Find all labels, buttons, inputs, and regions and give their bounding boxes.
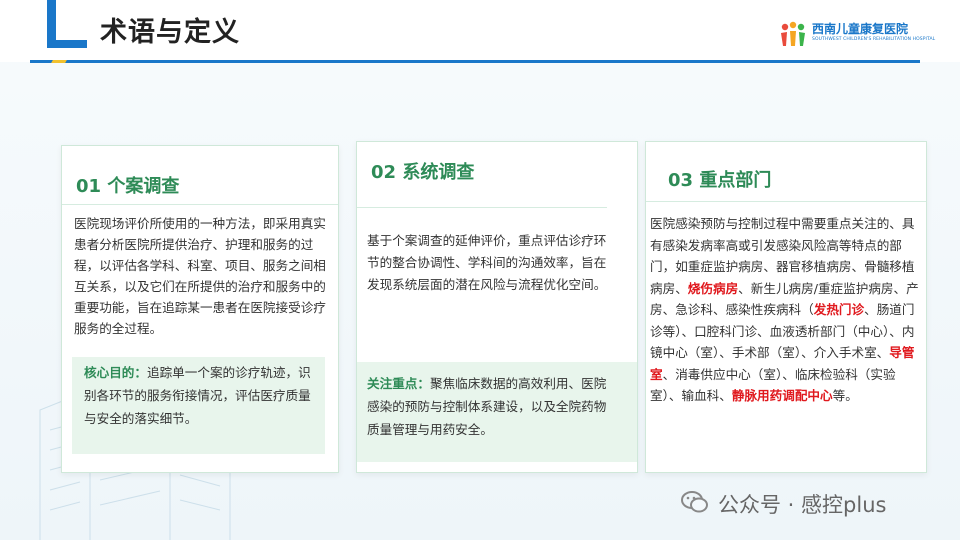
card-divider: [62, 204, 338, 205]
card-note: 核心目的：追踪单一个案的诊疗轨迹，识别各环节的服务衔接情况，评估医疗质量与安全的…: [72, 357, 325, 454]
hospital-logo: 西南儿童康复医院 SOUTHWEST CHILDREN'S REHABILITA…: [778, 18, 935, 52]
highlight-text: 静脉用药调配中心: [731, 388, 833, 403]
watermark-text: 公众号 · 感控plus: [718, 493, 887, 517]
card-body: 基于个案调查的延伸评价，重点评估诊疗环节的整合协调性、学科间的沟通效率，旨在发现…: [367, 233, 607, 292]
card-divider: [646, 201, 926, 202]
card-body: 医院现场评价所使用的一种方法，即采用真实患者分析医院所提供治疗、护理和服务的过程…: [74, 216, 326, 336]
hospital-logo-icon: [781, 21, 805, 46]
card-system-investigation: 02 系统调查 基于个案调查的延伸评价，重点评估诊疗环节的整合协调性、学科间的沟…: [356, 141, 638, 473]
note-label: 关注重点：: [367, 376, 430, 391]
card-divider: [357, 207, 607, 208]
card-note: 关注重点：聚焦临床数据的高效利用、医院感染的预防与控制体系建设，以及全院药物质量…: [357, 362, 637, 462]
card-title: 03 重点部门: [668, 170, 772, 191]
note-label: 核心目的：: [84, 365, 147, 380]
highlight-text: 发热门诊: [813, 302, 865, 317]
highlight-text: 烧伤病房: [687, 280, 739, 296]
hospital-logo-name: 西南儿童康复医院: [812, 22, 909, 36]
watermark: 公众号 · 感控plus: [680, 488, 940, 518]
title-accent-inner: [56, 0, 87, 40]
wechat-icon: [681, 491, 708, 513]
page-title: 术语与定义: [100, 17, 240, 48]
card-body: 医院感染预防与控制过程中需要重点关注的、具有感染发病率高或引发感染风险高等特点的…: [650, 213, 920, 407]
header-divider-accent: [51, 60, 67, 63]
card-title: 01 个案调查: [76, 176, 180, 197]
card-key-departments: 03 重点部门 医院感染预防与控制过程中需要重点关注的、具有感染发病率高或引发感…: [645, 141, 927, 473]
body-text: 等。: [832, 388, 858, 403]
hospital-logo-subtitle: SOUTHWEST CHILDREN'S REHABILITATION HOSP…: [812, 37, 936, 42]
card-case-investigation: 01 个案调查 医院现场评价所使用的一种方法，即采用真实患者分析医院所提供治疗、…: [61, 145, 339, 473]
card-title: 02 系统调查: [371, 162, 475, 183]
header-divider: [30, 60, 920, 63]
slide: 术语与定义 西南儿童康复医院 SOUTHWEST CHILDREN'S REHA…: [0, 0, 960, 540]
